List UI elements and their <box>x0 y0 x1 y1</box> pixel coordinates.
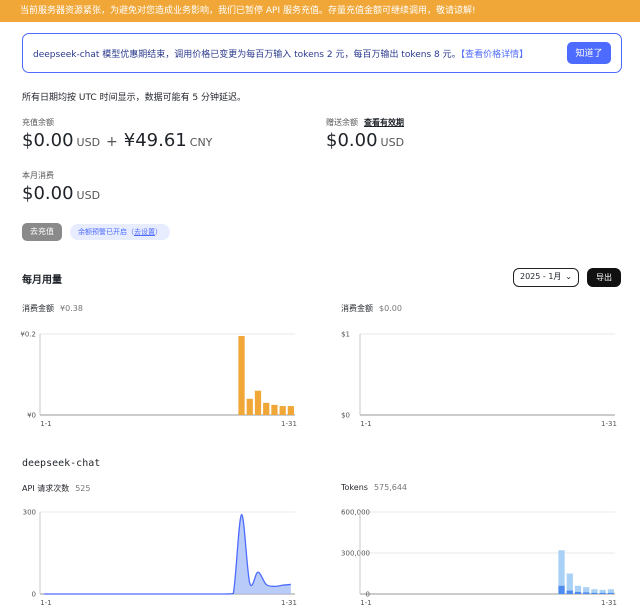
chart-subtitle: 575,644 <box>373 483 408 492</box>
monthly-usage-title: 每月用量 <box>22 275 62 286</box>
chart-head-spend-cny: 消费金额 ¥0.38 <box>22 303 83 314</box>
balance-usd: $0.00 <box>22 130 74 151</box>
bar-day-30 <box>279 406 286 415</box>
chart-title: 消费金额 <box>22 304 54 313</box>
gift-amount: $0.00 USD <box>326 130 404 151</box>
balance-cny: ¥49.61 <box>123 130 187 151</box>
tokens-chart: 0 300,000 600,000 1-1 1-31 <box>341 509 617 608</box>
export-button[interactable]: 导出 <box>587 268 621 287</box>
alert-text: 余额预警已开启（ <box>78 228 134 236</box>
bar-lower-day-29 <box>591 592 598 594</box>
monthly-spend-unit: USD <box>76 189 101 202</box>
chevron-down-icon: ⌄ <box>565 272 572 281</box>
chart-title: Tokens <box>341 483 368 492</box>
y-tick-label: $1 <box>341 331 350 339</box>
bar-day-29 <box>271 404 278 415</box>
bar-lower-day-26 <box>566 590 573 594</box>
month-select[interactable]: 2025 - 1月 ⌄ <box>513 268 579 287</box>
service-warning-banner: 当前服务器资源紧张，为避免对您造成业务影响，我们已暂停 API 服务充值。存量充… <box>0 0 640 22</box>
chart-subtitle: 525 <box>75 484 91 493</box>
y-tick-label: 300 <box>23 509 36 517</box>
y-tick-label: 0 <box>366 591 370 599</box>
bar-lower-day-31 <box>607 592 615 594</box>
chart-title: 消费金额 <box>341 304 373 313</box>
price-details-link[interactable]: 【查看价格详情】 <box>461 50 529 60</box>
gift-label-row: 赠送余额 查看有效期 <box>326 117 404 128</box>
y-tick-label: $0 <box>341 412 350 420</box>
x-tick-label: 1-1 <box>40 420 51 428</box>
monthly-spend-usd: $0.00 <box>22 183 74 204</box>
chart-head-tokens: Tokens 575,644 <box>341 483 407 492</box>
bar-lower-day-30 <box>599 592 606 594</box>
balance-alert-pill: 余额预警已开启（去设置） <box>70 224 170 240</box>
gift-expiry-link[interactable]: 查看有效期 <box>364 118 404 127</box>
x-tick-label: 1-31 <box>601 599 617 607</box>
balance-label: 充值余额 <box>22 118 54 127</box>
acknowledge-button[interactable]: 知道了 <box>567 42 611 64</box>
y-tick-label: 300,000 <box>341 550 370 558</box>
bar-day-25 <box>238 336 245 415</box>
x-tick-label: 1-1 <box>40 599 51 607</box>
balance-usd-unit: USD <box>76 136 101 149</box>
x-tick-label: 1-31 <box>281 599 297 607</box>
y-tick-label: ¥0.2 <box>20 331 36 339</box>
requests-chart: 0 300 1-1 1-31 <box>23 509 297 608</box>
alert-close-paren: ） <box>155 228 162 236</box>
gift-usd-unit: USD <box>380 136 405 149</box>
spend-cny-chart: ¥0 ¥0.2 1-1 1-31 <box>20 331 297 429</box>
notice-text: deepseek-chat 模型优惠期结束，调用价格已变更为每百万输入 toke… <box>33 50 461 60</box>
chart-subtitle: ¥0.38 <box>60 304 83 313</box>
chart-subtitle: $0.00 <box>379 304 402 313</box>
bar-day-28 <box>263 402 270 415</box>
price-notice: deepseek-chat 模型优惠期结束，调用价格已变更为每百万输入 toke… <box>22 33 622 73</box>
monthly-spend-amount: $0.00 USD <box>22 183 100 204</box>
bar-day-27 <box>254 390 262 415</box>
alert-settings-link[interactable]: 去设置 <box>134 228 155 236</box>
timezone-note: 所有日期均按 UTC 时间显示，数据可能有 5 分钟延迟。 <box>22 93 247 103</box>
gift-label: 赠送余额 <box>326 118 358 127</box>
bar-lower-day-25 <box>558 585 565 594</box>
spend-usd-chart: $0 $1 1-1 1-31 <box>341 331 617 429</box>
y-tick-label: 0 <box>32 591 36 599</box>
x-tick-label: 1-31 <box>281 420 297 428</box>
bar-day-26 <box>246 398 253 415</box>
y-tick-label: ¥0 <box>27 412 36 420</box>
balance-plus: + <box>106 134 118 150</box>
bar-day-31 <box>287 406 295 415</box>
monthly-spend-label: 本月消费 <box>22 171 54 180</box>
x-tick-label: 1-31 <box>601 420 617 428</box>
bar-lower-day-28 <box>583 592 590 594</box>
notice-text-line: deepseek-chat 模型优惠期结束，调用价格已变更为每百万输入 toke… <box>33 47 528 60</box>
topup-button[interactable]: 去充值 <box>22 223 62 241</box>
month-select-value: 2025 - 1月 <box>520 272 562 281</box>
x-tick-label: 1-1 <box>360 599 371 607</box>
bar-lower-day-27 <box>574 591 582 594</box>
series-line <box>44 514 291 595</box>
model-name: deepseek-chat <box>22 458 101 469</box>
x-tick-label: 1-1 <box>360 420 371 428</box>
chart-title: API 请求次数 <box>22 484 70 493</box>
balance-amount: $0.00 USD + ¥49.61 CNY <box>22 130 212 151</box>
balance-cny-unit: CNY <box>189 136 213 149</box>
gift-usd: $0.00 <box>326 130 378 151</box>
chart-head-requests: API 请求次数 525 <box>22 483 90 494</box>
chart-head-spend-usd: 消费金额 $0.00 <box>341 303 402 314</box>
y-tick-label: 600,000 <box>341 509 370 517</box>
